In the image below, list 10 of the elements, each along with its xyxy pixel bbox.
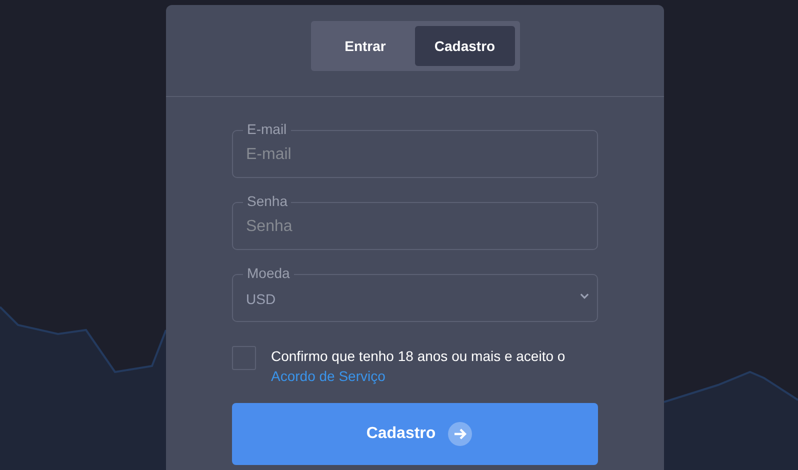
service-agreement-link[interactable]: Acordo de Serviço — [271, 368, 386, 384]
field-label: E-mail — [243, 122, 291, 137]
field-label: Senha — [243, 194, 292, 209]
field-label: Moeda — [243, 266, 294, 281]
agreement-text: Confirmo que tenho 18 anos ou mais e aceito o Acordo de Serviço — [271, 347, 566, 386]
signup-button[interactable]: Cadastro — [232, 403, 598, 465]
tab[interactable]: Cadastro — [415, 26, 514, 66]
tab[interactable]: Entrar — [316, 26, 415, 66]
arrow-right-icon — [448, 422, 472, 446]
chevron-down-icon — [580, 293, 589, 299]
